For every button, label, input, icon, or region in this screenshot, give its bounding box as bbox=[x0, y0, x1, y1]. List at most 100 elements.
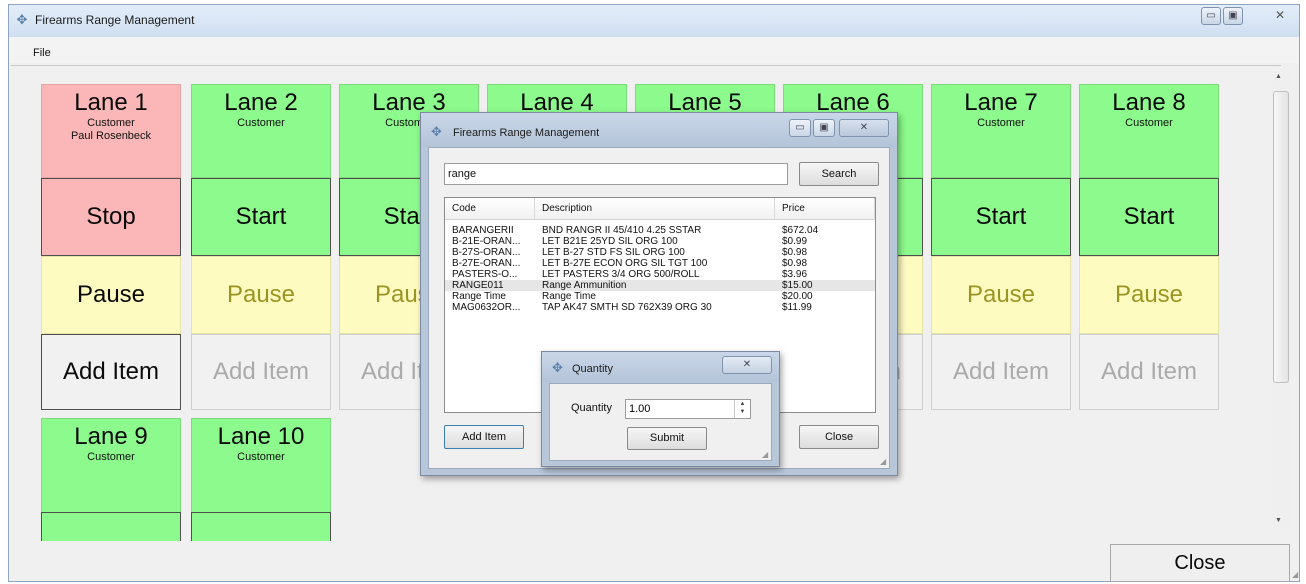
dialog-minimize-button[interactable]: ▭ bbox=[789, 119, 811, 137]
lane-customer-label: Customer bbox=[237, 451, 285, 463]
action-label: Start bbox=[235, 203, 287, 230]
lane-customer-label: Customer bbox=[977, 117, 1025, 129]
cell-description: BND RANGR II 45/410 4.25 SSTAR bbox=[542, 225, 702, 236]
lane-1-header[interactable]: Lane 1 Customer Paul Rosenbeck bbox=[41, 84, 181, 178]
lane-10-header[interactable]: Lane 10 Customer bbox=[191, 418, 331, 514]
scroll-up-icon[interactable]: ▲ bbox=[1275, 73, 1282, 80]
scrollbar-thumb[interactable] bbox=[1273, 91, 1289, 383]
dialog-close-button[interactable]: Close bbox=[799, 425, 879, 449]
cell-code: PASTERS-O... bbox=[452, 269, 518, 280]
table-row[interactable]: B-27S-ORAN... LET B-27 STD FS SIL ORG 100… bbox=[445, 247, 875, 258]
table-row[interactable]: B-21E-ORAN... LET B21E 25YD SIL ORG 100 $0… bbox=[445, 236, 875, 247]
submit-button[interactable]: Submit bbox=[627, 427, 707, 450]
lane-8-header[interactable]: Lane 8 Customer bbox=[1079, 84, 1219, 178]
add-item-label: Add Item bbox=[952, 358, 1050, 385]
lane-7-start-button[interactable]: Start bbox=[931, 178, 1071, 256]
search-button[interactable]: Search bbox=[799, 162, 879, 186]
table-row[interactable]: PASTERS-O... LET PASTERS 3/4 ORG 500/ROLL… bbox=[445, 269, 875, 280]
table-row[interactable]: Range Time Range Time $20.00 bbox=[445, 291, 875, 302]
lane-customer-label: Customer bbox=[237, 117, 285, 129]
cell-description: Range Ammunition bbox=[542, 280, 627, 291]
quantity-input[interactable] bbox=[625, 399, 751, 419]
menu-file[interactable]: File bbox=[33, 47, 51, 59]
cell-code: B-21E-ORAN... bbox=[452, 236, 521, 247]
minimize-button[interactable]: ▭ bbox=[1201, 7, 1221, 25]
table-row[interactable]: RANGE011 Range Ammunition $15.00 bbox=[445, 280, 875, 291]
action-label: Start bbox=[1123, 203, 1175, 230]
menu-bar: File bbox=[9, 37, 1299, 63]
column-header-price[interactable]: Price bbox=[775, 198, 875, 220]
lane-1-pause-button[interactable]: Pause bbox=[41, 256, 181, 334]
lane-7-pause-button[interactable]: Pause bbox=[931, 256, 1071, 334]
lane-8-pause-button[interactable]: Pause bbox=[1079, 256, 1219, 334]
lane-2-pause-button[interactable]: Pause bbox=[191, 256, 331, 334]
spin-down-icon[interactable]: ▼ bbox=[735, 408, 750, 416]
quantity-dialog-title: Quantity bbox=[572, 363, 613, 375]
lane-1-stop-button[interactable]: Stop bbox=[41, 178, 181, 256]
lane-customer-label: Customer bbox=[87, 451, 135, 463]
table-row[interactable]: MAG0632OR... TAP AK47 SMTH SD 762X39 ORG … bbox=[445, 302, 875, 313]
cell-code: MAG0632OR... bbox=[452, 302, 521, 313]
cell-description: TAP AK47 SMTH SD 762X39 ORG 30 bbox=[542, 302, 712, 313]
lane-9-header[interactable]: Lane 9 Customer bbox=[41, 418, 181, 514]
close-button[interactable]: Close bbox=[1110, 544, 1290, 582]
cell-price: $672.04 bbox=[782, 225, 819, 236]
pause-label: Pause bbox=[1114, 281, 1184, 308]
cell-code: B-27S-ORAN... bbox=[452, 247, 521, 258]
dialog-maximize-button[interactable]: ▣ bbox=[813, 119, 835, 137]
maximize-button[interactable]: ▣ bbox=[1223, 7, 1243, 25]
column-header-code[interactable]: Code bbox=[445, 198, 535, 220]
table-row[interactable]: B-27E-ORAN... LET B-27E ECON ORG SIL TGT … bbox=[445, 258, 875, 269]
cell-description: LET PASTERS 3/4 ORG 500/ROLL bbox=[542, 269, 700, 280]
lane-7-header[interactable]: Lane 7 Customer bbox=[931, 84, 1071, 178]
lane-title: Lane 9 bbox=[74, 423, 148, 450]
column-header-description[interactable]: Description bbox=[535, 198, 775, 220]
cell-description: LET B-27 STD FS SIL ORG 100 bbox=[542, 247, 685, 258]
app-move-icon: ✥ bbox=[431, 124, 442, 139]
lane-customer-label: Customer bbox=[1125, 117, 1173, 129]
lane-10-start-button[interactable] bbox=[191, 512, 331, 541]
lane-2-start-button[interactable]: Start bbox=[191, 178, 331, 256]
quantity-close-x-button[interactable]: ✕ bbox=[722, 356, 772, 374]
search-input[interactable] bbox=[444, 163, 788, 185]
lane-1-add-item-button[interactable]: Add Item bbox=[41, 334, 181, 410]
lane-8-add-item-button[interactable]: Add Item bbox=[1079, 334, 1219, 410]
lane-7-add-item-button[interactable]: Add Item bbox=[931, 334, 1071, 410]
spin-up-icon[interactable]: ▲ bbox=[735, 400, 750, 408]
lane-title: Lane 7 bbox=[964, 89, 1038, 116]
add-item-button[interactable]: Add Item bbox=[444, 425, 524, 449]
lane-title: Lane 10 bbox=[217, 423, 305, 450]
cell-price: $15.00 bbox=[782, 280, 813, 291]
cell-price: $3.96 bbox=[782, 269, 808, 280]
dialog-close-x-button[interactable]: ✕ bbox=[839, 119, 889, 137]
quantity-spinner[interactable]: ▲ ▼ bbox=[734, 400, 750, 418]
title-bar[interactable]: ✥ Firearms Range Management ▭ ▣ ✕ bbox=[9, 5, 1299, 37]
add-item-label: Add Item bbox=[212, 358, 310, 385]
table-row[interactable]: BARANGERII BND RANGR II 45/410 4.25 SSTAR… bbox=[445, 225, 875, 236]
quantity-label: Quantity bbox=[571, 402, 612, 414]
pause-label: Pause bbox=[966, 281, 1036, 308]
cell-price: $0.98 bbox=[782, 247, 808, 258]
lane-2-add-item-button[interactable]: Add Item bbox=[191, 334, 331, 410]
lane-title: Lane 1 bbox=[74, 89, 148, 116]
resize-grip-icon[interactable]: ◢ bbox=[880, 457, 886, 466]
quantity-title-bar[interactable]: ✥ Quantity ✕ bbox=[542, 352, 779, 382]
cell-price: $0.98 bbox=[782, 258, 808, 269]
dialog-title-bar[interactable]: ✥ Firearms Range Management ▭ ▣ ✕ bbox=[421, 113, 897, 147]
listview-header: Code Description Price bbox=[445, 198, 875, 220]
scroll-down-icon[interactable]: ▼ bbox=[1275, 517, 1282, 524]
cell-price: $20.00 bbox=[782, 291, 813, 302]
cell-description: LET B-27E ECON ORG SIL TGT 100 bbox=[542, 258, 708, 269]
cell-price: $11.99 bbox=[782, 302, 812, 313]
lane-9-start-button[interactable] bbox=[41, 512, 181, 541]
lane-8-start-button[interactable]: Start bbox=[1079, 178, 1219, 256]
lane-title: Lane 2 bbox=[224, 89, 298, 116]
window-title: Firearms Range Management bbox=[35, 13, 195, 27]
resize-grip-icon[interactable]: ◢ bbox=[1292, 570, 1302, 580]
cell-description: Range Time bbox=[542, 291, 596, 302]
action-label: Start bbox=[975, 203, 1027, 230]
lane-2-header[interactable]: Lane 2 Customer bbox=[191, 84, 331, 178]
resize-grip-icon[interactable]: ◢ bbox=[762, 450, 768, 459]
app-move-icon: ✥ bbox=[16, 12, 28, 27]
window-close-button[interactable]: ✕ bbox=[1271, 7, 1289, 25]
